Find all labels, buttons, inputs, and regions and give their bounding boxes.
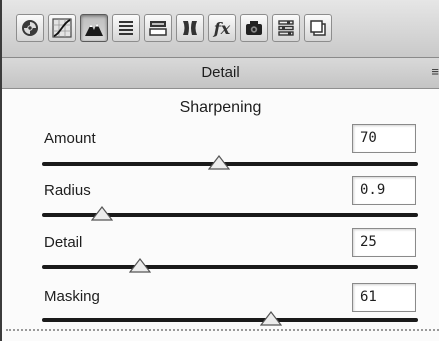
radius-input[interactable]: 0.9 bbox=[352, 176, 416, 205]
slider-track bbox=[42, 318, 418, 322]
slider-thumb[interactable] bbox=[207, 154, 230, 170]
tab-snapshots[interactable] bbox=[304, 14, 332, 42]
presets-icon bbox=[278, 20, 294, 36]
detail-panel: fx Detail ≡ Sharpening Amount 70 Radius … bbox=[0, 0, 439, 341]
panel-header: Detail ≡ bbox=[2, 58, 439, 89]
slider-thumb[interactable] bbox=[128, 257, 151, 273]
amount-slider[interactable] bbox=[42, 155, 418, 173]
lens-corrections-icon bbox=[183, 21, 197, 35]
basic-panel-icon bbox=[22, 20, 38, 36]
slider-thumb[interactable] bbox=[260, 310, 283, 326]
masking-input[interactable]: 61 bbox=[352, 283, 416, 312]
snapshots-icon bbox=[310, 20, 326, 36]
tab-hsl-grayscale[interactable] bbox=[112, 14, 140, 42]
tab-split-toning[interactable] bbox=[144, 14, 172, 42]
radius-slider[interactable] bbox=[42, 206, 418, 224]
tab-effects[interactable]: fx bbox=[208, 14, 236, 42]
slider-thumb[interactable] bbox=[91, 205, 114, 221]
tab-tone-curve[interactable] bbox=[48, 14, 76, 42]
panel-title: Detail bbox=[201, 64, 240, 81]
masking-slider[interactable] bbox=[42, 311, 418, 329]
panel-menu-icon[interactable]: ≡ bbox=[431, 64, 439, 79]
detail-slider[interactable] bbox=[42, 258, 418, 276]
tab-detail[interactable] bbox=[80, 14, 108, 42]
amount-label: Amount bbox=[44, 130, 96, 147]
tab-basic[interactable] bbox=[16, 14, 44, 42]
slider-track bbox=[42, 162, 418, 166]
tab-lens-corrections[interactable] bbox=[176, 14, 204, 42]
tab-presets[interactable] bbox=[272, 14, 300, 42]
effects-icon: fx bbox=[213, 18, 231, 38]
split-toning-icon bbox=[149, 21, 167, 36]
detail-input[interactable]: 25 bbox=[352, 228, 416, 257]
panel-tabs-toolbar: fx bbox=[2, 0, 439, 58]
tab-camera-calibration[interactable] bbox=[240, 14, 268, 42]
hsl-grayscale-icon bbox=[119, 21, 133, 35]
panel-bottom-divider bbox=[6, 329, 439, 331]
slider-track bbox=[42, 265, 418, 269]
masking-label: Masking bbox=[44, 288, 100, 305]
amount-input[interactable]: 70 bbox=[352, 124, 416, 153]
radius-label: Radius bbox=[44, 182, 91, 199]
detail-label: Detail bbox=[44, 234, 83, 251]
section-title-sharpening: Sharpening bbox=[179, 99, 262, 116]
detail-icon bbox=[85, 23, 103, 36]
tone-curve-icon bbox=[52, 18, 72, 38]
camera-calibration-icon bbox=[246, 21, 262, 35]
